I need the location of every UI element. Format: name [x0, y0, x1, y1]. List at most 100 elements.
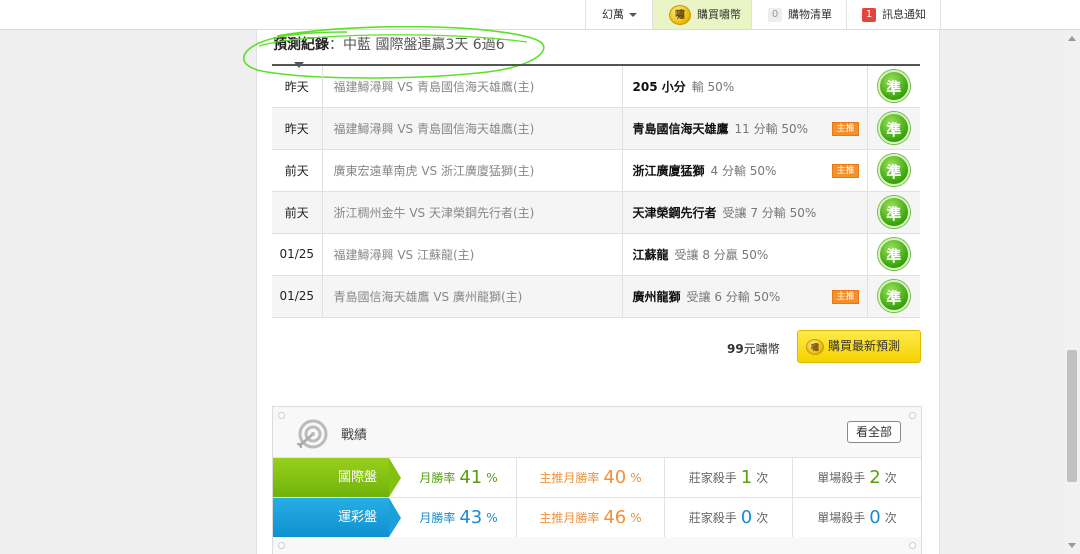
row-result: 準 [867, 233, 920, 276]
row-date: 前天 [272, 191, 323, 234]
metric-label: 單場殺手 [817, 471, 866, 485]
record-title: 預測紀錄 [273, 37, 329, 53]
row-result: 準 [867, 107, 920, 150]
row-pick: 廣州龍獅 受讓 6 分輸 50% 主推 [622, 275, 868, 318]
price-unit: 元嘯幣 [743, 342, 780, 356]
notification-label: 訊息通知 [882, 8, 926, 21]
metric-value: 41 [459, 467, 483, 488]
row-result: 準 [867, 149, 920, 192]
page-title: 預測紀錄：中藍 國際盤連贏3天 6過6 [273, 36, 505, 54]
view-all-button[interactable]: 看全部 [847, 421, 901, 443]
buy-coins-label: 購買嘯幣 [697, 8, 741, 21]
metric-label: 主推月勝率 [539, 511, 600, 525]
metric-unit: 次 [884, 471, 897, 485]
divider [751, 0, 752, 29]
monthly-win-rate: 月勝率 41% [401, 458, 517, 497]
target-icon [297, 419, 328, 449]
table-row: 昨天 福建鱘潯興 VS 青島國信海天雄鷹(主) 青島國信海天雄鷹 11 分輸 50… [272, 107, 920, 150]
chevron-down-icon [629, 13, 637, 17]
row-date: 01/25 [272, 275, 323, 318]
pick-line: 4 分輸 50% [710, 163, 777, 178]
metric-label: 莊家殺手 [688, 471, 737, 485]
metric-label: 莊家殺手 [688, 511, 737, 525]
stats-row-label: 運彩盤 [273, 498, 389, 537]
metric-value: 46 [603, 507, 627, 528]
metric-value: 43 [459, 507, 483, 528]
single-game-killer-count: 單場殺手 2 次 [793, 458, 921, 497]
pick-line: 受讓 8 分贏 50% [674, 247, 769, 262]
metric-label: 單場殺手 [817, 511, 866, 525]
metric-unit: % [630, 471, 642, 485]
row-date: 前天 [272, 149, 323, 192]
table-row: 01/25 青島國信海天雄鷹 VS 廣州龍獅(主) 廣州龍獅 受讓 6 分輸 50… [272, 275, 920, 318]
prediction-record-table: 昨天 福建鱘潯興 VS 青島國信海天雄鷹(主) 205 小分輸 50% 準 昨天… [272, 64, 920, 318]
pick-team: 青島國信海天雄鷹 [632, 121, 729, 136]
scroll-up-arrow-icon[interactable] [1068, 36, 1076, 41]
correct-badge-icon: 準 [877, 280, 910, 312]
pick-line: 受讓 6 分輸 50% [686, 289, 781, 304]
banker-killer-count: 莊家殺手 0 次 [665, 498, 793, 537]
row-date: 01/25 [272, 233, 323, 276]
user-menu-label: 幻萬 [602, 8, 624, 21]
cart-label: 購物清單 [788, 8, 832, 21]
row-match[interactable]: 福建鱘潯興 VS 青島國信海天雄鷹(主) [322, 107, 623, 150]
row-date: 昨天 [272, 64, 323, 108]
metric-label: 月勝率 [419, 471, 456, 485]
coin-icon: 嘯 [806, 338, 824, 355]
notification-count-badge: 1 [862, 8, 876, 22]
row-pick: 205 小分輸 50% [622, 64, 868, 108]
metric-unit: 次 [756, 471, 769, 485]
notification-link[interactable]: 1 訊息通知 [862, 0, 926, 29]
vertical-scrollbar[interactable] [1064, 30, 1080, 554]
price-value: 99 [727, 342, 744, 356]
table-row: 昨天 福建鱘潯興 VS 青島國信海天雄鷹(主) 205 小分輸 50% 準 [272, 64, 920, 108]
row-match[interactable]: 青島國信海天雄鷹 VS 廣州龍獅(主) [322, 275, 623, 318]
metric-label: 主推月勝率 [539, 471, 600, 485]
pick-team: 浙江廣廈猛獅 [632, 163, 705, 178]
metric-value: 0 [869, 507, 881, 528]
stats-row-label: 國際盤 [273, 458, 389, 497]
user-menu[interactable]: 幻萬 [602, 0, 637, 29]
stats-row-international: 國際盤 月勝率 41% 主推月勝率 40% 莊家殺手 1 次 單場殺手 2 次 [273, 457, 921, 497]
table-row: 前天 浙江稠州金牛 VS 天津榮鋼先行者(主) 天津榮鋼先行者 受讓 7 分輸 5… [272, 191, 920, 234]
main-pick-tag: 主推 [832, 121, 859, 136]
row-date: 昨天 [272, 107, 323, 150]
row-result: 準 [867, 64, 920, 108]
row-result: 準 [867, 275, 920, 318]
divider [940, 0, 941, 29]
metric-label: 月勝率 [419, 511, 456, 525]
record-subtitle: ：中藍 國際盤連贏3天 6過6 [329, 37, 505, 53]
metric-unit: 次 [756, 511, 769, 525]
pick-team: 廣州龍獅 [632, 289, 681, 304]
table-row: 前天 廣東宏遠華南虎 VS 浙江廣廈猛獅(主) 浙江廣廈猛獅 4 分輸 50% 主推… [272, 149, 920, 192]
metric-unit: 次 [884, 511, 897, 525]
row-match[interactable]: 福建鱘潯興 VS 江蘇龍(主) [322, 233, 623, 276]
pick-team: 205 小分 [632, 79, 686, 94]
row-match[interactable]: 廣東宏遠華南虎 VS 浙江廣廈猛獅(主) [322, 149, 623, 192]
corner-dot [909, 542, 916, 549]
row-match[interactable]: 福建鱘潯興 VS 青島國信海天雄鷹(主) [322, 64, 623, 108]
buy-latest-prediction-button[interactable]: 嘯購買最新預測 [797, 330, 921, 363]
main-pick-tag: 主推 [832, 289, 859, 304]
prediction-panel: 預測紀錄：中藍 國際盤連贏3天 6過6 昨天 福建鱘潯興 VS 青島國信海天雄鷹… [242, 26, 940, 554]
metric-value: 40 [603, 467, 627, 488]
cart-link[interactable]: 0 購物清單 [768, 0, 832, 29]
pick-team: 天津榮鋼先行者 [632, 205, 717, 220]
arrow-icon [389, 498, 401, 537]
correct-badge-icon: 準 [877, 196, 910, 228]
metric-value: 1 [740, 467, 753, 488]
main-pick-tag: 主推 [832, 163, 859, 178]
banker-killer-count: 莊家殺手 1 次 [665, 458, 793, 497]
metric-unit: % [486, 511, 498, 525]
scroll-down-arrow-icon[interactable] [1068, 543, 1076, 548]
row-match[interactable]: 浙江稠州金牛 VS 天津榮鋼先行者(主) [322, 191, 623, 234]
pick-line: 受讓 7 分輸 50% [722, 205, 817, 220]
correct-badge-icon: 準 [877, 238, 910, 270]
correct-badge-icon: 準 [877, 112, 910, 144]
main-pick-win-rate: 主推月勝率 40% [517, 458, 665, 497]
scrollbar-thumb[interactable] [1067, 350, 1077, 482]
row-pick: 天津榮鋼先行者 受讓 7 分輸 50% [622, 191, 868, 234]
cart-count-badge: 0 [768, 8, 782, 22]
buy-coins-button[interactable]: 嘯購買嘯幣 [653, 0, 751, 29]
top-bar: 幻萬 嘯購買嘯幣 0 購物清單 1 訊息通知 [0, 0, 1080, 30]
